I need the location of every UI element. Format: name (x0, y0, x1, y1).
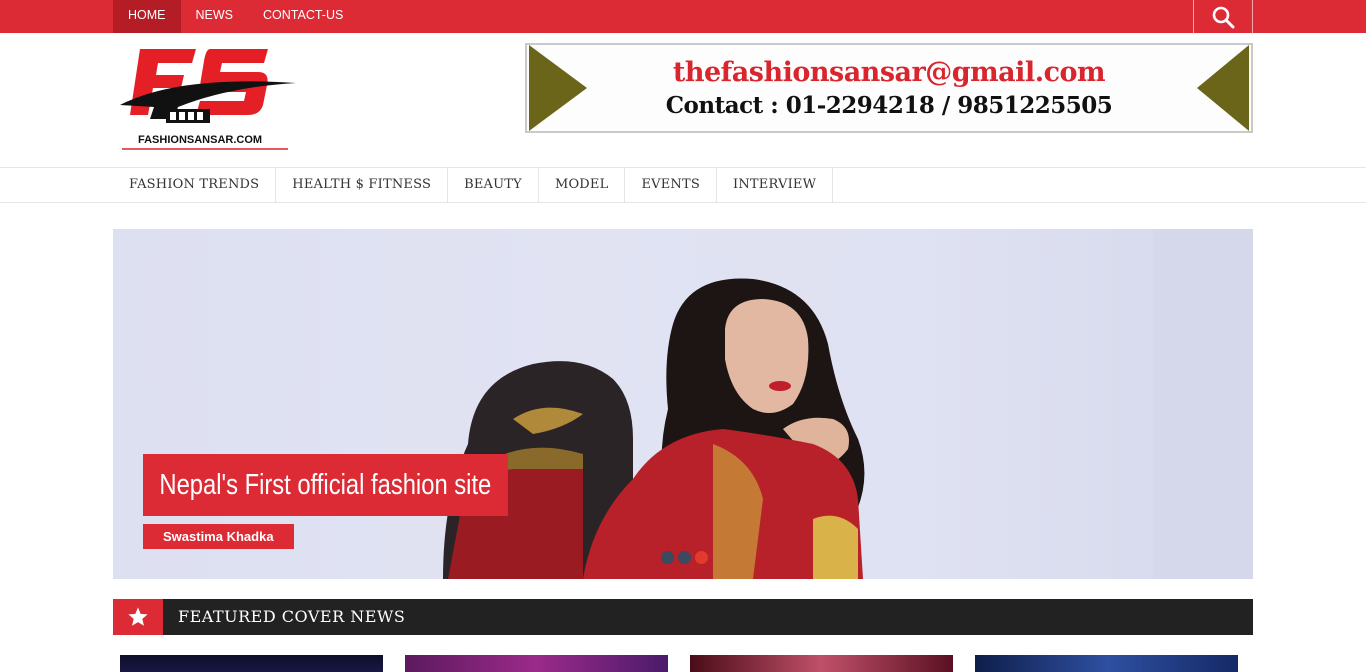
slide-tag[interactable]: Swastima Khadka (143, 524, 294, 549)
featured-section-header: FEATURED COVER NEWS (113, 599, 1253, 635)
nav-beauty[interactable]: BEAUTY (448, 168, 539, 202)
star-icon (128, 607, 148, 626)
slider-dots (661, 551, 708, 564)
featured-thumb[interactable] (120, 655, 383, 672)
top-nav: HOME NEWS CONTACT-US (113, 0, 1253, 33)
top-nav-news[interactable]: NEWS (181, 0, 249, 33)
slider-dot-1[interactable] (661, 551, 674, 564)
ad-banner[interactable]: thefashionsansar@gmail.com Contact : 01-… (525, 43, 1253, 133)
slide-title[interactable]: Nepal's First official fashion site (143, 454, 508, 516)
ad-arrow-left-icon (1197, 45, 1249, 131)
site-logo[interactable]: FASHIONSANSAR.COM (118, 45, 300, 155)
section-title: FEATURED COVER NEWS (178, 607, 406, 626)
featured-thumb[interactable] (405, 655, 668, 672)
ad-contact: Contact : 01-2294218 / 9851225505 (665, 92, 1113, 119)
search-icon (1212, 6, 1235, 28)
slider-dot-3[interactable] (695, 551, 708, 564)
top-nav-home[interactable]: HOME (113, 0, 181, 33)
logo-mark: FASHIONSANSAR.COM (120, 49, 296, 150)
logo-wordmark: FASHIONSANSAR.COM (138, 134, 262, 146)
ad-email: thefashionsansar@gmail.com (672, 57, 1106, 88)
nav-events[interactable]: EVENTS (625, 168, 717, 202)
nav-model[interactable]: MODEL (539, 168, 626, 202)
top-nav-contact-us[interactable]: CONTACT-US (248, 0, 358, 33)
nav-interview[interactable]: INTERVIEW (717, 168, 834, 202)
featured-thumb[interactable] (690, 655, 953, 672)
slider-dot-2[interactable] (678, 551, 691, 564)
featured-thumbnails (120, 655, 1260, 672)
site-header: FASHIONSANSAR.COM thefashionsansar@gmail… (0, 33, 1366, 168)
hero-slider[interactable]: Nepal's First official fashion site Swas… (113, 229, 1253, 579)
top-bar: HOME NEWS CONTACT-US (0, 0, 1366, 33)
section-star-box (113, 599, 163, 635)
main-nav: FASHION TRENDS HEALTH $ FITNESS BEAUTY M… (0, 168, 1366, 203)
nav-fashion-trends[interactable]: FASHION TRENDS (113, 168, 277, 202)
nav-health-fitness[interactable]: HEALTH $ FITNESS (276, 168, 449, 202)
search-button[interactable] (1193, 0, 1253, 33)
featured-thumb[interactable] (975, 655, 1238, 672)
